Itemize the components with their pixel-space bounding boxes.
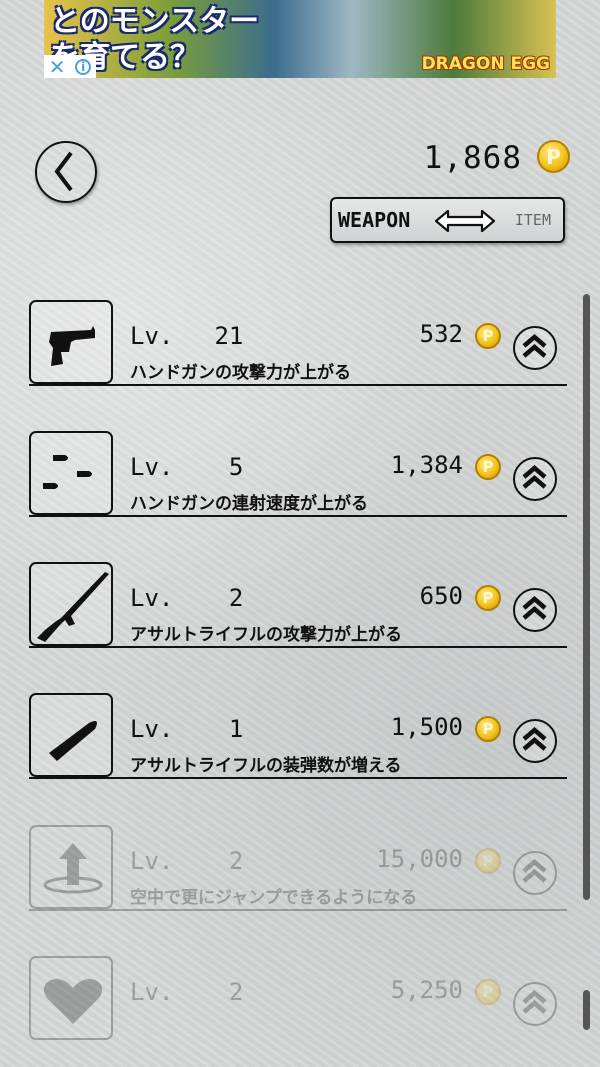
double-chevron-up-icon [522,727,547,751]
double-chevron-up-icon [522,334,547,358]
ad-controls: ✕ i [44,55,96,78]
coin-balance: 1,868 [423,140,522,176]
coin-icon: P [475,979,501,1005]
ad-close-icon[interactable]: ✕ [49,57,66,77]
upgrade-description: アサルトライフルの攻撃力が上がる [130,625,402,645]
row-divider [29,515,567,517]
upgrade-icon-frame [29,956,113,1040]
weapon-item-toggle[interactable]: WEAPON ITEM [330,197,565,243]
toggle-weapon-label: WEAPON [338,208,411,232]
upgrade-row-double-jump: Lv. 2 15,000 P 空中で更にジャンプできるようになる [29,825,567,915]
upgrade-description: アサルトライフルの装弾数が増える [130,756,402,776]
row-divider [29,909,567,911]
row-divider [29,777,567,779]
back-button[interactable] [35,141,97,203]
assault-rifle-icon [37,572,109,642]
upgrade-price: 15,000 [376,845,463,873]
level-label: Lv. 5 [130,453,244,481]
upgrade-description: ハンドガンの攻撃力が上がる [130,363,351,383]
coin-icon: P [475,848,501,874]
ad-banner[interactable]: とのモンスター を育てる？ DRAGON EGG [44,0,556,78]
scrollbar[interactable] [583,294,590,900]
coin-icon: P [537,140,570,173]
coin-icon: P [475,585,501,611]
bullets-icon [43,455,92,489]
rifle-ammo-icon [49,721,97,761]
upgrade-price: 1,500 [390,713,463,741]
upgrade-row-health: Lv. 2 5,250 P [29,956,567,1046]
heart-icon [43,979,103,1024]
double-chevron-up-icon [522,596,547,620]
double-chevron-up-icon [522,990,547,1014]
upgrade-description: 空中で更にジャンプできるようになる [130,888,418,908]
row-divider [29,646,567,648]
upgrade-button[interactable] [513,719,557,763]
chevron-left-icon [54,151,73,192]
upgrade-row-rifle-ammo: Lv. 1 1,500 P アサルトライフルの装弾数が増える [29,693,567,783]
upgrade-price: 650 [419,582,463,610]
coin-icon: P [475,716,501,742]
scrollbar-thumb[interactable] [583,990,590,1030]
coin-icon: P [475,454,501,480]
coin-icon: P [475,323,501,349]
upgrade-button[interactable] [513,457,557,501]
upgrade-price: 5,250 [390,976,463,1004]
double-chevron-up-icon [522,859,547,883]
upgrade-icon-frame [29,562,113,646]
upgrade-icon-frame [29,300,113,384]
upgrade-description: ハンドガンの連射速度が上がる [130,494,368,514]
upgrade-button[interactable] [513,851,557,895]
double-chevron-up-icon [522,465,547,489]
upgrade-row-handgun-power: Lv. 21 532 P ハンドガンの攻撃力が上がる [29,300,567,390]
upgrade-row-rifle-power: Lv. 2 650 P アサルトライフルの攻撃力が上がる [29,562,567,652]
jump-arrow-icon [43,843,103,894]
upgrade-icon-frame [29,825,113,909]
ad-logo: DRAGON EGG [421,54,550,74]
handgun-icon [49,326,95,366]
level-label: Lv. 2 [130,847,244,875]
swap-arrow-icon [434,209,496,233]
level-label: Lv. 1 [130,715,244,743]
upgrade-price: 1,384 [390,451,463,479]
upgrade-button[interactable] [513,326,557,370]
upgrade-icon-frame [29,431,113,515]
upgrade-row-handgun-rate: Lv. 5 1,384 P ハンドガンの連射速度が上がる [29,431,567,521]
upgrade-button[interactable] [513,982,557,1026]
upgrade-price: 532 [419,320,463,348]
toggle-item-label: ITEM [514,211,551,229]
upgrade-button[interactable] [513,588,557,632]
upgrade-icon-frame [29,693,113,777]
level-label: Lv. 21 [130,322,244,350]
level-label: Lv. 2 [130,978,244,1006]
ad-info-icon[interactable]: i [75,58,92,75]
level-label: Lv. 2 [130,584,244,612]
row-divider [29,384,567,386]
